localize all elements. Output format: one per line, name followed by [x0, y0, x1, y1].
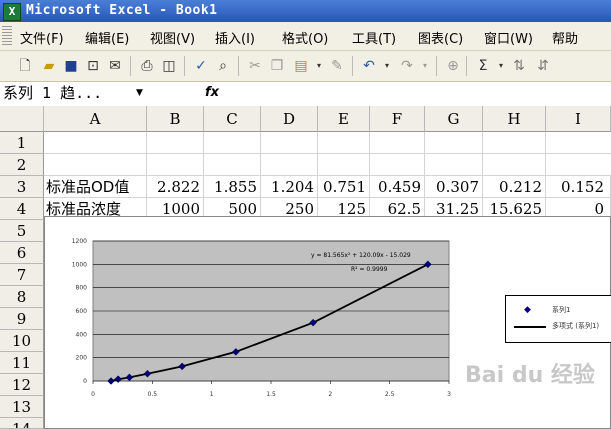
- x-tick-label: 1: [210, 391, 214, 398]
- menu-grip[interactable]: [2, 26, 12, 46]
- undo-dropdown-icon[interactable]: ▾: [378, 57, 396, 75]
- x-tick-label: 2: [328, 391, 332, 398]
- x-tick-label: 2.5: [385, 391, 395, 398]
- menu-edit[interactable]: 编辑(E): [85, 28, 129, 47]
- menu-chart[interactable]: 图表(C): [418, 28, 463, 47]
- column-header-h[interactable]: H: [483, 106, 546, 132]
- cell-g3[interactable]: 0.307: [425, 176, 483, 198]
- redo-icon[interactable]: ↷: [398, 57, 416, 75]
- menu-bar: 文件(F) 编辑(E) 视图(V) 插入(I) 格式(O) 工具(T) 图表(C…: [0, 22, 611, 51]
- excel-icon[interactable]: X: [3, 3, 21, 21]
- row-header-13[interactable]: 13: [0, 396, 44, 418]
- row-header-5[interactable]: 5: [0, 220, 44, 242]
- spelling-icon[interactable]: ✓: [192, 57, 210, 75]
- sort-descending-icon[interactable]: ⇵: [534, 57, 552, 75]
- chart-legend[interactable]: ◆ 系列1 多项式 (系列1): [505, 295, 611, 343]
- paste-dropdown-icon[interactable]: ▾: [310, 57, 328, 75]
- watermark: Bai du 经验: [465, 363, 595, 388]
- trendline-r2: R² = 0.9999: [351, 266, 388, 273]
- cell-d3[interactable]: 1.204: [261, 176, 318, 198]
- column-header-i[interactable]: I: [546, 106, 611, 132]
- redo-dropdown-icon[interactable]: ▾: [416, 57, 434, 75]
- print-icon[interactable]: ⎙: [138, 57, 156, 75]
- row-header-12[interactable]: 12: [0, 374, 44, 396]
- menu-format[interactable]: 格式(O): [282, 28, 328, 47]
- email-icon[interactable]: ✉: [106, 57, 124, 75]
- empty-rows: [44, 132, 611, 176]
- cell-f3[interactable]: 0.459: [370, 176, 425, 198]
- row-header-8[interactable]: 8: [0, 286, 44, 308]
- y-tick-label: 200: [76, 355, 88, 362]
- legend-line-icon: [514, 326, 546, 328]
- autosum-icon[interactable]: Σ: [474, 57, 492, 75]
- cell-c3[interactable]: 1.855: [204, 176, 261, 198]
- autosum-dropdown-icon[interactable]: ▾: [492, 57, 510, 75]
- row-header-2[interactable]: 2: [0, 154, 44, 176]
- row-header-14[interactable]: 14: [0, 418, 44, 429]
- row-header-6[interactable]: 6: [0, 242, 44, 264]
- menu-tools[interactable]: 工具(T): [352, 28, 396, 47]
- copy-icon[interactable]: ❐: [268, 57, 286, 75]
- y-tick-label: 600: [76, 308, 88, 315]
- x-tick-label: 3: [447, 391, 451, 398]
- row-header-4[interactable]: 4: [0, 198, 44, 220]
- title-bar: X Microsoft Excel - Book1: [0, 0, 611, 22]
- y-tick-label: 1000: [72, 261, 87, 268]
- save-icon[interactable]: ■: [62, 57, 80, 75]
- cut-icon[interactable]: ✂: [246, 57, 264, 75]
- row-header-9[interactable]: 9: [0, 308, 44, 330]
- cell-h3[interactable]: 0.212: [483, 176, 546, 198]
- cell-e3[interactable]: 0.751: [318, 176, 370, 198]
- menu-window[interactable]: 窗口(W): [484, 28, 533, 47]
- print-preview-icon[interactable]: ◫: [160, 57, 178, 75]
- undo-icon[interactable]: ↶: [360, 57, 378, 75]
- permission-icon[interactable]: ⊡: [84, 57, 102, 75]
- column-header-e[interactable]: E: [318, 106, 370, 132]
- row-header-1[interactable]: 1: [0, 132, 44, 154]
- hyperlink-icon[interactable]: ⊕: [444, 57, 462, 75]
- menu-help[interactable]: 帮助: [552, 28, 578, 47]
- y-tick-label: 800: [76, 285, 88, 292]
- cell-b3[interactable]: 2.822: [147, 176, 204, 198]
- format-painter-icon[interactable]: ✎: [328, 57, 346, 75]
- paste-icon[interactable]: ▤: [292, 57, 310, 75]
- window-title: Microsoft Excel - Book1: [26, 3, 218, 18]
- insert-function-icon[interactable]: fx: [205, 85, 219, 100]
- legend-marker-icon: ◆: [524, 305, 531, 315]
- column-header-d[interactable]: D: [261, 106, 318, 132]
- x-tick-label: 0.5: [148, 391, 158, 398]
- menu-view[interactable]: 视图(V): [150, 28, 195, 47]
- menu-insert[interactable]: 插入(I): [215, 28, 255, 47]
- research-icon[interactable]: ⌕: [214, 57, 232, 75]
- column-header-f[interactable]: F: [370, 106, 425, 132]
- select-all-corner[interactable]: [0, 106, 44, 132]
- open-icon[interactable]: ▰: [40, 57, 58, 75]
- x-tick-label: 0: [91, 391, 95, 398]
- column-header-a[interactable]: A: [44, 106, 147, 132]
- column-header-g[interactable]: G: [425, 106, 483, 132]
- cell-a3[interactable]: 标准品OD值: [44, 176, 147, 198]
- menu-file[interactable]: 文件(F): [20, 28, 64, 47]
- column-header-c[interactable]: C: [204, 106, 261, 132]
- trendline-equation: y = 81.565x² + 120.09x - 15.029: [311, 252, 411, 259]
- column-header-b[interactable]: B: [147, 106, 204, 132]
- new-icon[interactable]: 🗋: [16, 57, 34, 75]
- y-tick-label: 400: [76, 331, 88, 338]
- sort-ascending-icon[interactable]: ⇅: [510, 57, 528, 75]
- row-header-3[interactable]: 3: [0, 176, 44, 198]
- cell-i3[interactable]: 0.152: [546, 176, 611, 198]
- row-header-11[interactable]: 11: [0, 352, 44, 374]
- y-tick-label: 0: [83, 378, 87, 385]
- formula-bar: 系列 1 趋... ▼ fx: [0, 82, 611, 107]
- row-header-10[interactable]: 10: [0, 330, 44, 352]
- x-tick-label: 1.5: [266, 391, 276, 398]
- standard-toolbar: 🗋 ▰ ■ ⊡ ✉ ⎙ ◫ ✓ ⌕ ✂ ❐ ▤ ▾ ✎ ↶ ▾ ↷ ▾ ⊕ Σ …: [0, 51, 611, 82]
- embedded-chart[interactable]: 0 200 400 600 800 1000 1200 0 0.5 1 1.5 2 2.5 3 y = 81…: [44, 216, 611, 429]
- formula-input[interactable]: [232, 84, 610, 103]
- y-tick-label: 1200: [72, 238, 87, 245]
- row-header-7[interactable]: 7: [0, 264, 44, 286]
- name-box-dropdown-icon[interactable]: ▼: [136, 88, 143, 98]
